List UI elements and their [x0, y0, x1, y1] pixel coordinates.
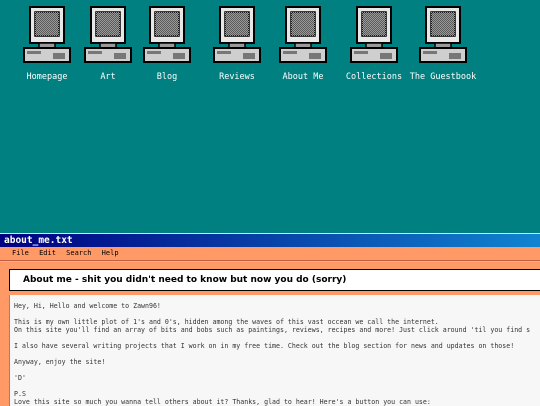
computer-icon	[279, 6, 327, 63]
desktop-icon-label: Homepage	[26, 72, 68, 82]
computer-icon	[143, 6, 191, 63]
desktop-icon-label: Reviews	[219, 72, 255, 82]
menu-help[interactable]: Help	[102, 249, 119, 257]
desktop-icon-about-me[interactable]: About Me	[270, 6, 336, 90]
paragraph: I also have several writing projects tha…	[14, 342, 515, 350]
paragraph: 'D'	[14, 374, 26, 382]
desktop-icon-art[interactable]: Art	[75, 6, 141, 90]
page-heading: About me - shit you didn't need to know …	[23, 275, 347, 285]
desktop-icon-guestbook[interactable]: The Guestbook	[410, 6, 476, 90]
about-me-window: about_me.txt File Edit Search Help About…	[0, 233, 540, 406]
paragraph: Anyway, enjoy the site!	[14, 358, 106, 366]
desktop-icon-homepage[interactable]: Homepage	[14, 6, 80, 90]
menu-file[interactable]: File	[12, 249, 29, 257]
desktop-icon-collections[interactable]: Collections	[341, 6, 407, 90]
computer-icon	[213, 6, 261, 63]
heading-box: About me - shit you didn't need to know …	[9, 269, 540, 291]
desktop-icon-label: The Guestbook	[409, 72, 477, 82]
paragraph: This is my own little plot of 1's and 0'…	[14, 318, 439, 326]
window-title-bar[interactable]: about_me.txt	[0, 234, 540, 247]
desktop-icon-label: Art	[100, 72, 116, 82]
paragraph: On this site you'll find an array of bit…	[14, 326, 531, 334]
menu-bar: File Edit Search Help	[0, 247, 540, 261]
desktop-icon-label: Collections	[345, 72, 403, 82]
desktop-icon-blog[interactable]: Blog	[134, 6, 200, 90]
paragraph: P.S	[14, 390, 26, 398]
window-title: about_me.txt	[4, 235, 73, 246]
computer-icon	[350, 6, 398, 63]
computer-icon	[23, 6, 71, 63]
menu-edit[interactable]: Edit	[39, 249, 56, 257]
paragraph: Hey, Hi, Hello and welcome to Zawn96!	[14, 302, 161, 310]
desktop-icon-reviews[interactable]: Reviews	[204, 6, 270, 90]
desktop-icon-label: Blog	[156, 72, 178, 82]
menu-search[interactable]: Search	[66, 249, 91, 257]
desktop-icon-label: About Me	[282, 72, 324, 82]
computer-icon	[419, 6, 467, 63]
computer-icon	[84, 6, 132, 63]
text-panel[interactable]: Hey, Hi, Hello and welcome to Zawn96! Th…	[9, 295, 540, 406]
window-content: About me - shit you didn't need to know …	[0, 262, 540, 406]
